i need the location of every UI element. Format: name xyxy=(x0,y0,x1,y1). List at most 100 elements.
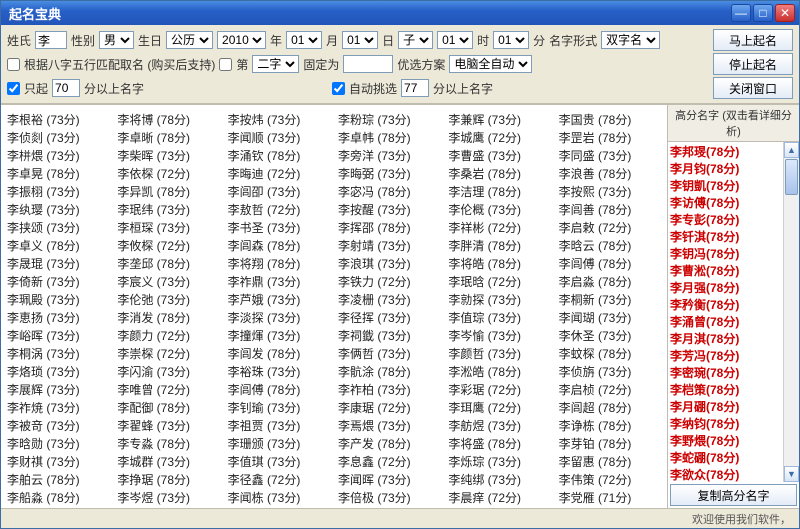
auto-checkbox[interactable] xyxy=(332,82,345,95)
name-item[interactable]: 李配御 (78分) xyxy=(115,399,221,417)
name-item[interactable]: 李卓晰 (78分) xyxy=(115,129,221,147)
name-item[interactable]: 李彩琚 (72分) xyxy=(446,381,552,399)
high-score-item[interactable]: 李桤策(78分) xyxy=(670,382,781,399)
name-item[interactable]: 李同盛 (73分) xyxy=(557,147,663,165)
name-item[interactable]: 李舶云 (78分) xyxy=(5,471,111,489)
name-item[interactable]: 李闾傅 (78分) xyxy=(557,255,663,273)
bazi-checkbox[interactable] xyxy=(7,58,20,71)
name-item[interactable]: 李卓晃 (78分) xyxy=(5,165,111,183)
gender-select[interactable]: 男 xyxy=(99,31,134,49)
name-item[interactable]: 李晗云 (78分) xyxy=(557,237,663,255)
name-item[interactable]: 李卓义 (78分) xyxy=(5,237,111,255)
high-score-item[interactable]: 李曹淞(78分) xyxy=(670,263,781,280)
name-item[interactable]: 李值琪 (73分) xyxy=(226,453,332,471)
name-item[interactable]: 李崇棎 (72分) xyxy=(115,345,221,363)
name-item[interactable]: 李垄邱 (78分) xyxy=(115,255,221,273)
name-item[interactable]: 李纯绑 (73分) xyxy=(446,471,552,489)
name-item[interactable]: 李宸义 (73分) xyxy=(115,273,221,291)
name-item[interactable]: 李按醒 (73分) xyxy=(336,201,442,219)
name-item[interactable]: 李宓冯 (78分) xyxy=(336,183,442,201)
name-item[interactable]: 李侦旃 (73分) xyxy=(557,363,663,381)
name-item[interactable]: 李根裕 (73分) xyxy=(5,111,111,129)
name-item[interactable]: 李钊瑜 (73分) xyxy=(226,399,332,417)
name-item[interactable]: 李伦概 (73分) xyxy=(446,201,552,219)
name-item[interactable]: 李伟策 (72分) xyxy=(557,471,663,489)
name-item[interactable]: 李消发 (78分) xyxy=(115,309,221,327)
name-item[interactable]: 李珉晗 (72分) xyxy=(446,273,552,291)
name-item[interactable]: 李专淼 (78分) xyxy=(115,435,221,453)
name-item[interactable]: 李被竒 (73分) xyxy=(5,417,111,435)
name-item[interactable]: 李胖清 (78分) xyxy=(446,237,552,255)
name-item[interactable]: 李倚新 (73分) xyxy=(5,273,111,291)
name-item[interactable]: 李柴晖 (73分) xyxy=(115,147,221,165)
copy-button[interactable]: 复制高分名字 xyxy=(670,484,797,506)
second-checkbox[interactable] xyxy=(219,58,232,71)
name-item[interactable]: 李桓琛 (73分) xyxy=(115,219,221,237)
name-item[interactable]: 李桐涡 (73分) xyxy=(5,345,111,363)
name-item[interactable]: 李兼辉 (73分) xyxy=(446,111,552,129)
high-score-item[interactable]: 李芳冯(78分) xyxy=(670,348,781,365)
zi-select[interactable]: 子 xyxy=(398,31,433,49)
high-score-item[interactable]: 李涌曾(78分) xyxy=(670,314,781,331)
name-item[interactable]: 李芦娥 (73分) xyxy=(226,291,332,309)
name-item[interactable]: 李颜力 (72分) xyxy=(115,327,221,345)
close-button[interactable]: ✕ xyxy=(775,4,795,22)
scroll-down-icon[interactable]: ▼ xyxy=(784,466,799,482)
name-item[interactable]: 李浪善 (78分) xyxy=(557,165,663,183)
high-score-item[interactable]: 李专彭(78分) xyxy=(670,212,781,229)
name-item[interactable]: 李闾卲 (73分) xyxy=(226,183,332,201)
name-item[interactable]: 李径鑫 (72分) xyxy=(226,471,332,489)
name-item[interactable]: 李挟颂 (73分) xyxy=(5,219,111,237)
name-item[interactable]: 李栟煨 (73分) xyxy=(5,147,111,165)
name-item[interactable]: 李焉煨 (73分) xyxy=(336,417,442,435)
name-item[interactable]: 李珊颁 (73分) xyxy=(226,435,332,453)
name-item[interactable]: 李祠韱 (73分) xyxy=(336,327,442,345)
name-item[interactable]: 李粉琮 (73分) xyxy=(336,111,442,129)
name-item[interactable]: 李闻栋 (73分) xyxy=(226,489,332,507)
day-select[interactable]: 01 xyxy=(342,31,378,49)
high-score-item[interactable]: 李欲众(78分) xyxy=(670,467,781,482)
plan-select[interactable]: 电脑全自动 xyxy=(449,55,532,73)
name-item[interactable]: 李启桢 (72分) xyxy=(557,381,663,399)
name-item[interactable]: 李晗勋 (73分) xyxy=(5,435,111,453)
name-item[interactable]: 李挥邵 (78分) xyxy=(336,219,442,237)
name-item[interactable]: 李闻瑚 (73分) xyxy=(557,309,663,327)
name-item[interactable]: 李值琮 (73分) xyxy=(446,309,552,327)
only-checkbox[interactable] xyxy=(7,82,20,95)
name-item[interactable]: 李罡岩 (78分) xyxy=(557,129,663,147)
name-item[interactable]: 李浪琪 (73分) xyxy=(336,255,442,273)
minute-select[interactable]: 01 xyxy=(493,31,529,49)
name-item[interactable]: 李闻晖 (73分) xyxy=(336,471,442,489)
name-item[interactable]: 李撞煇 (73分) xyxy=(226,327,332,345)
hour-select[interactable]: 01 xyxy=(437,31,473,49)
name-item[interactable]: 李按炜 (73分) xyxy=(226,111,332,129)
name-item[interactable]: 李骯涂 (78分) xyxy=(336,363,442,381)
name-item[interactable]: 李恵扬 (73分) xyxy=(5,309,111,327)
name-item[interactable]: 李闾超 (78分) xyxy=(557,399,663,417)
name-item[interactable]: 李淞皓 (78分) xyxy=(446,363,552,381)
name-item[interactable]: 李财祺 (73分) xyxy=(5,453,111,471)
name-item[interactable]: 李将博 (78分) xyxy=(115,111,221,129)
name-item[interactable]: 李城鹰 (72分) xyxy=(446,129,552,147)
name-item[interactable]: 李峪晖 (73分) xyxy=(5,327,111,345)
name-item[interactable]: 李旁洋 (73分) xyxy=(336,147,442,165)
start-button[interactable]: 马上起名 xyxy=(713,29,793,51)
name-item[interactable]: 李闾傅 (78分) xyxy=(226,381,332,399)
name-item[interactable]: 李船淼 (78分) xyxy=(5,489,111,507)
high-score-item[interactable]: 李矜衡(78分) xyxy=(670,297,781,314)
name-item[interactable]: 李侦剡 (73分) xyxy=(5,129,111,147)
name-item[interactable]: 李俩哲 (73分) xyxy=(336,345,442,363)
close-window-button[interactable]: 关闭窗口 xyxy=(713,77,793,99)
high-score-list[interactable]: 李邦琝(78分)李月钧(78分)李钥凱(78分)李访傅(78分)李专彭(78分)… xyxy=(668,142,783,482)
name-item[interactable]: 李蚊棎 (78分) xyxy=(557,345,663,363)
name-item[interactable]: 李闪渝 (73分) xyxy=(115,363,221,381)
name-item[interactable]: 李桐新 (73分) xyxy=(557,291,663,309)
name-item[interactable]: 李启淼 (78分) xyxy=(557,273,663,291)
name-item[interactable]: 李唯曾 (72分) xyxy=(115,381,221,399)
form-select[interactable]: 双字名 xyxy=(601,31,660,49)
stop-button[interactable]: 停止起名 xyxy=(713,53,793,75)
name-item[interactable]: 李晟琨 (73分) xyxy=(5,255,111,273)
name-item[interactable]: 李将皓 (78分) xyxy=(446,255,552,273)
scrollbar[interactable]: ▲ ▼ xyxy=(783,142,799,482)
second-select[interactable]: 二字 xyxy=(252,55,299,73)
